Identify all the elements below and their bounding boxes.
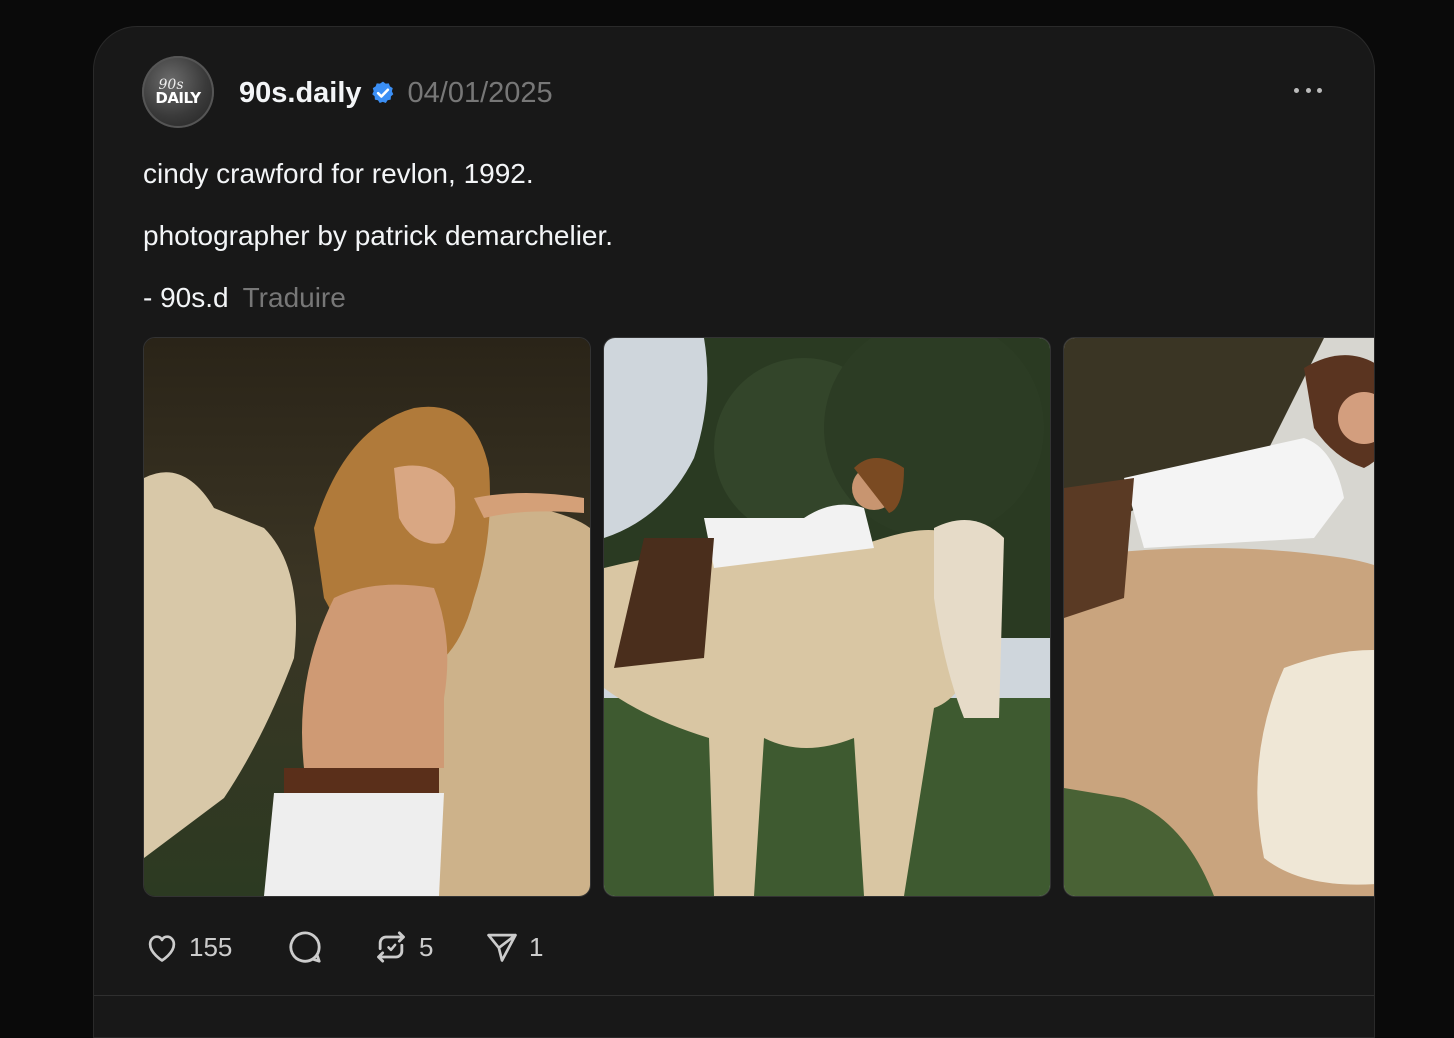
like-count: 155 <box>189 931 233 962</box>
dot <box>1305 87 1311 93</box>
like-button[interactable]: 155 <box>143 928 285 966</box>
post-text-line: cindy crawford for revlon, 1992. <box>143 158 534 189</box>
post-text-line: photographer by patrick demarchelier. <box>143 220 614 251</box>
reply-button[interactable] <box>285 927 371 967</box>
dot <box>1317 87 1322 93</box>
repost-icon <box>377 931 405 963</box>
post-header: 90s.daily 04/01/2025 <box>239 75 553 111</box>
post-text-signature: - 90s.d Traduire <box>143 282 346 314</box>
image-carousel[interactable] <box>143 337 1374 897</box>
share-button[interactable]: 1 <box>483 928 543 966</box>
post-image-2[interactable] <box>603 337 1051 897</box>
post-actions-bar: 155 5 1 <box>143 927 543 967</box>
comment-icon <box>289 931 321 963</box>
repost-count: 5 <box>419 931 434 962</box>
more-options-icon[interactable] <box>1294 83 1322 97</box>
divider <box>94 995 1374 996</box>
photo-woman-on-horse-icon <box>1064 338 1374 896</box>
username-link[interactable]: 90s.daily <box>239 77 362 110</box>
photo-woman-horse-icon <box>144 338 590 896</box>
photo-woman-on-horse-icon <box>604 338 1050 896</box>
send-icon <box>487 933 517 962</box>
avatar-logo-line2: DAILY <box>155 88 201 107</box>
post-image-3[interactable] <box>1063 337 1374 897</box>
post-card: 90s DAILY 90s.daily 04/01/2025 cindy cra… <box>93 26 1375 1038</box>
post-text-line: - 90s.d <box>143 282 229 313</box>
post-date[interactable]: 04/01/2025 <box>408 77 553 110</box>
heart-icon <box>148 935 176 962</box>
share-count: 1 <box>529 931 544 962</box>
translate-link[interactable]: Traduire <box>243 282 346 313</box>
post-image-1[interactable] <box>143 337 591 897</box>
repost-button[interactable]: 5 <box>371 927 483 967</box>
avatar[interactable]: 90s DAILY <box>142 56 214 128</box>
verified-badge-icon <box>371 81 393 103</box>
dot <box>1294 87 1299 93</box>
